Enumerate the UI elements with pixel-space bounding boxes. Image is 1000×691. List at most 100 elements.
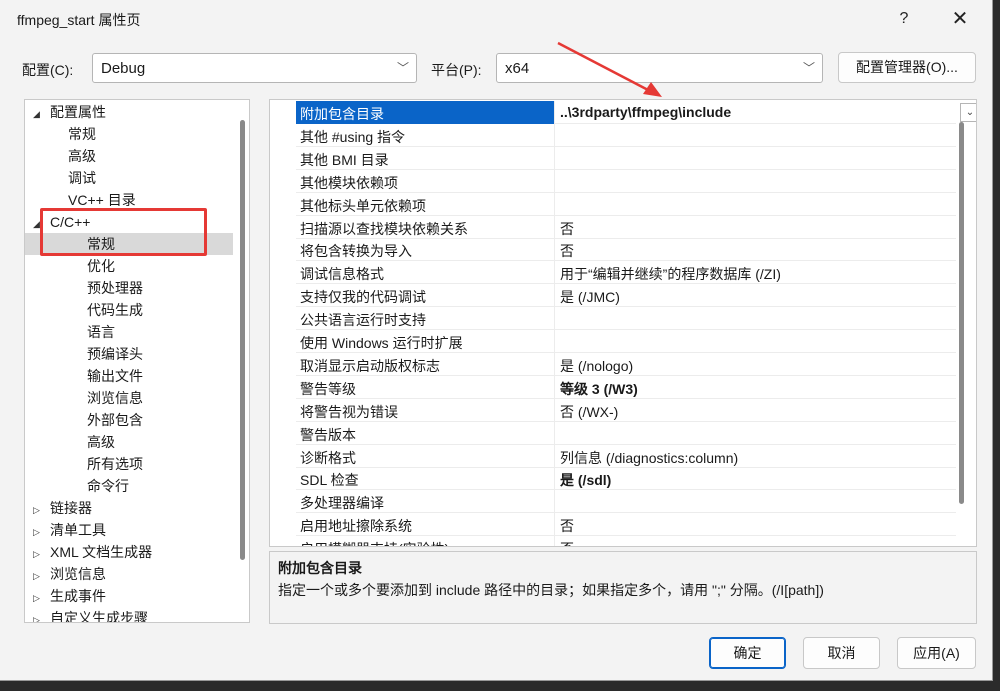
tree-item[interactable]: 高级 bbox=[68, 145, 96, 167]
platform-select[interactable]: x64 ﹀ bbox=[496, 53, 823, 83]
tree-item-label: 自定义生成步骤 bbox=[50, 610, 148, 623]
property-row[interactable]: 扫描源以查找模块依赖关系 否 bbox=[296, 215, 956, 239]
apply-button[interactable]: 应用(A) bbox=[897, 637, 976, 669]
tree-item[interactable]: ▷ 链接器 bbox=[33, 497, 92, 519]
tree-item[interactable]: 所有选项 bbox=[87, 453, 143, 475]
tree-item[interactable]: ▷ XML 文档生成器 bbox=[33, 541, 152, 563]
property-name: 将警告视为错误 bbox=[300, 403, 398, 420]
property-value[interactable]: 是 (/sdl) bbox=[560, 470, 611, 490]
property-tree[interactable]: ◢ 配置属性 常规 高级 调试 VC++ 目录 ◢ C/C++ 常规 优化 预处理器 代码生成 语言 预编… bbox=[24, 99, 250, 623]
property-value[interactable]: 是 (/nologo) bbox=[560, 356, 633, 376]
tree-item[interactable]: 输出文件 bbox=[87, 365, 143, 387]
annotation-box bbox=[40, 208, 207, 256]
property-row[interactable]: 调试信息格式 用于“编辑并继续”的程序数据库 (/ZI) bbox=[296, 261, 956, 285]
tree-item-label: 输出文件 bbox=[87, 368, 143, 384]
property-row[interactable]: 使用 Windows 运行时扩展 bbox=[296, 330, 956, 353]
tree-item[interactable]: ▷ 自定义生成步骤 bbox=[33, 607, 148, 623]
property-value[interactable]: 否 bbox=[560, 241, 574, 261]
property-row[interactable]: 其他模块依赖项 bbox=[296, 169, 956, 193]
tree-scrollbar[interactable] bbox=[240, 120, 245, 560]
close-icon[interactable]: ✕ bbox=[946, 6, 974, 32]
property-value[interactable]: 用于“编辑并继续”的程序数据库 (/ZI) bbox=[560, 264, 781, 284]
property-value[interactable]: 否 bbox=[560, 539, 574, 546]
ok-button[interactable]: 确定 bbox=[709, 637, 786, 669]
tree-item[interactable]: 外部包含 bbox=[87, 409, 143, 431]
column-divider bbox=[554, 192, 555, 216]
collapse-icon[interactable]: ◢ bbox=[33, 103, 45, 125]
tree-item[interactable]: 语言 bbox=[87, 321, 115, 343]
grid-scrollbar[interactable] bbox=[959, 122, 964, 504]
property-row[interactable]: 警告版本 bbox=[296, 421, 956, 445]
property-name: 使用 Windows 运行时扩展 bbox=[300, 335, 463, 351]
expand-icon[interactable]: ▷ bbox=[33, 587, 45, 609]
tree-item[interactable]: 浏览信息 bbox=[87, 387, 143, 409]
property-row[interactable]: 其他标头单元依赖项 bbox=[296, 192, 956, 216]
tree-item-label: 高级 bbox=[68, 148, 96, 164]
property-row[interactable]: 其他 BMI 目录 bbox=[296, 146, 956, 170]
expand-icon[interactable]: ▷ bbox=[33, 565, 45, 587]
tree-item[interactable]: ◢ 配置属性 bbox=[33, 101, 106, 123]
column-divider bbox=[554, 490, 555, 514]
description-text: 指定一个或多个要添加到 include 路径中的目录；如果指定多个，请用 ";"… bbox=[278, 582, 824, 598]
column-divider bbox=[554, 169, 555, 193]
tree-item[interactable]: 代码生成 bbox=[87, 299, 143, 321]
property-row[interactable]: 其他 #using 指令 bbox=[296, 123, 956, 147]
tree-item[interactable]: ▷ 清单工具 bbox=[33, 519, 106, 541]
window-title: ffmpeg_start 属性页 bbox=[17, 12, 141, 28]
tree-item[interactable]: ▷ 浏览信息 bbox=[33, 563, 106, 585]
expand-icon[interactable]: ▷ bbox=[33, 521, 45, 543]
tree-item[interactable]: 命令行 bbox=[87, 475, 129, 497]
tree-item[interactable]: 预编译头 bbox=[87, 343, 143, 365]
expand-icon[interactable]: ▷ bbox=[33, 609, 45, 622]
property-row[interactable]: 支持仅我的代码调试 是 (/JMC) bbox=[296, 284, 956, 308]
column-divider bbox=[554, 146, 555, 170]
property-name: 启用模糊器支持(实验性) bbox=[300, 539, 449, 546]
tree-item-label: 调试 bbox=[68, 170, 96, 186]
property-row[interactable]: 将警告视为错误 否 (/WX-) bbox=[296, 398, 956, 422]
property-value[interactable]: 是 (/JMC) bbox=[560, 287, 620, 307]
column-divider bbox=[554, 467, 555, 491]
property-value[interactable]: 否 bbox=[560, 219, 574, 239]
tree-item[interactable]: 优化 bbox=[87, 255, 115, 277]
configuration-manager-button[interactable]: 配置管理器(O)... bbox=[838, 52, 976, 83]
expand-icon[interactable]: ▷ bbox=[33, 499, 45, 521]
tree-item[interactable]: ▷ 生成事件 bbox=[33, 585, 106, 607]
help-icon[interactable]: ? bbox=[890, 6, 918, 32]
tree-item[interactable]: 高级 bbox=[87, 431, 115, 453]
property-row[interactable]: SDL 检查 是 (/sdl) bbox=[296, 467, 956, 491]
property-row[interactable]: 附加包含目录 ..\3rdparty\ffmpeg\include ⌄ bbox=[296, 101, 976, 124]
column-divider bbox=[554, 444, 555, 468]
property-row[interactable]: 多处理器编译 bbox=[296, 490, 956, 514]
tree-item-label: 所有选项 bbox=[87, 456, 143, 472]
tree-item[interactable]: 常规 bbox=[68, 123, 96, 145]
cancel-button[interactable]: 取消 bbox=[803, 637, 880, 669]
tree-item-label: 优化 bbox=[87, 258, 115, 274]
tree-item-label: 链接器 bbox=[50, 500, 92, 516]
property-value[interactable]: 等级 3 (/W3) bbox=[560, 379, 638, 399]
tree-item[interactable]: 预处理器 bbox=[87, 277, 143, 299]
property-value[interactable]: 否 (/WX-) bbox=[560, 402, 618, 422]
tree-item-label: 生成事件 bbox=[50, 588, 106, 604]
property-row[interactable]: 警告等级 等级 3 (/W3) bbox=[296, 375, 956, 399]
property-name: 附加包含目录 bbox=[300, 106, 384, 122]
column-divider bbox=[554, 261, 555, 285]
property-row[interactable]: 诊断格式 列信息 (/diagnostics:column) bbox=[296, 444, 956, 468]
property-value[interactable]: 否 bbox=[560, 516, 574, 536]
column-divider bbox=[554, 307, 555, 331]
property-grid[interactable]: 附加包含目录 ..\3rdparty\ffmpeg\include ⌄ 其他 #usi… bbox=[269, 99, 977, 547]
config-select[interactable]: Debug ﹀ bbox=[92, 53, 417, 83]
property-name: 公共语言运行时支持 bbox=[300, 312, 426, 329]
property-row[interactable]: 公共语言运行时支持 bbox=[296, 307, 956, 331]
property-name: 将包含转换为导入 bbox=[300, 243, 412, 260]
title-bar: ffmpeg_start 属性页 ? ✕ bbox=[0, 0, 993, 38]
property-row[interactable]: 将包含转换为导入 否 bbox=[296, 238, 956, 262]
property-value[interactable]: 列信息 (/diagnostics:column) bbox=[560, 448, 738, 468]
expand-icon[interactable]: ▷ bbox=[33, 543, 45, 565]
property-row[interactable]: 取消显示启动版权标志 是 (/nologo) bbox=[296, 352, 956, 376]
chevron-down-icon[interactable]: ⌄ bbox=[960, 103, 976, 122]
property-row[interactable]: 启用模糊器支持(实验性) 否 bbox=[296, 536, 956, 546]
property-row[interactable]: 启用地址擦除系统 否 bbox=[296, 513, 956, 537]
property-value[interactable]: ..\3rdparty\ffmpeg\include bbox=[560, 104, 731, 120]
property-name: 其他 #using 指令 bbox=[300, 128, 406, 145]
tree-item[interactable]: 调试 bbox=[68, 167, 96, 189]
